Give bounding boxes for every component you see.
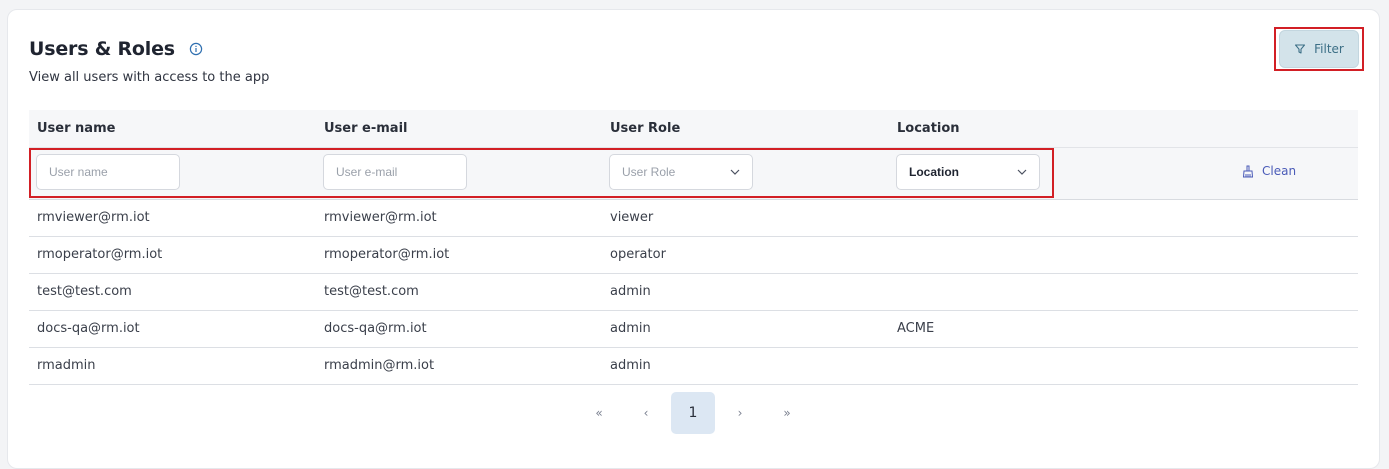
column-header-location: Location [897, 121, 960, 136]
table-row[interactable]: rmviewer@rm.iot rmviewer@rm.iot viewer [29, 200, 1358, 237]
next-page-button[interactable]: › [718, 392, 762, 434]
cell-user-role: viewer [610, 210, 654, 225]
cell-user-name: docs-qa@rm.iot [37, 321, 140, 336]
clean-filters-label: Clean [1262, 164, 1297, 178]
info-icon[interactable] [189, 42, 203, 56]
cell-user-role: admin [610, 284, 651, 299]
filter-icon [1295, 44, 1306, 54]
title-row: Users & Roles [29, 38, 203, 60]
first-page-button[interactable]: « [577, 392, 621, 434]
filter-inputs-highlight [29, 148, 1054, 198]
broom-icon [1242, 165, 1254, 177]
cell-user-name: rmoperator@rm.iot [37, 247, 163, 262]
clean-filters-button[interactable]: Clean [1242, 164, 1296, 178]
table-header-row: User name User e-mail User Role Location [29, 110, 1358, 147]
page-1-button[interactable]: 1 [671, 392, 715, 434]
page-subtitle: View all users with access to the app [29, 70, 270, 85]
cell-user-name: rmviewer@rm.iot [37, 210, 150, 225]
cell-user-role: operator [610, 247, 666, 262]
cell-user-email: rmoperator@rm.iot [324, 247, 450, 262]
pagination: « ‹ 1 › » [577, 392, 812, 434]
table-row[interactable]: rmoperator@rm.iot rmoperator@rm.iot oper… [29, 237, 1358, 274]
column-header-user-role: User Role [610, 121, 681, 136]
table-row[interactable]: docs-qa@rm.iot docs-qa@rm.iot admin ACME [29, 311, 1358, 348]
cell-user-email: rmadmin@rm.iot [324, 358, 435, 373]
page-title: Users & Roles [29, 38, 175, 60]
prev-page-button[interactable]: ‹ [624, 392, 668, 434]
cell-user-email: rmviewer@rm.iot [324, 210, 437, 225]
filter-button[interactable]: Filter [1279, 30, 1359, 68]
cell-user-email: docs-qa@rm.iot [324, 321, 427, 336]
cell-user-role: admin [610, 321, 651, 336]
cell-user-email: test@test.com [324, 284, 419, 299]
last-page-button[interactable]: » [765, 392, 809, 434]
cell-user-role: admin [610, 358, 651, 373]
table-row[interactable]: rmadmin rmadmin@rm.iot admin [29, 348, 1358, 385]
cell-location: ACME [897, 321, 935, 336]
column-header-user-email: User e-mail [324, 121, 408, 136]
cell-user-name: rmadmin [37, 358, 96, 373]
column-header-user-name: User name [37, 121, 116, 136]
cell-user-name: test@test.com [37, 284, 132, 299]
filter-button-label: Filter [1314, 42, 1344, 56]
table-row[interactable]: test@test.com test@test.com admin [29, 274, 1358, 311]
